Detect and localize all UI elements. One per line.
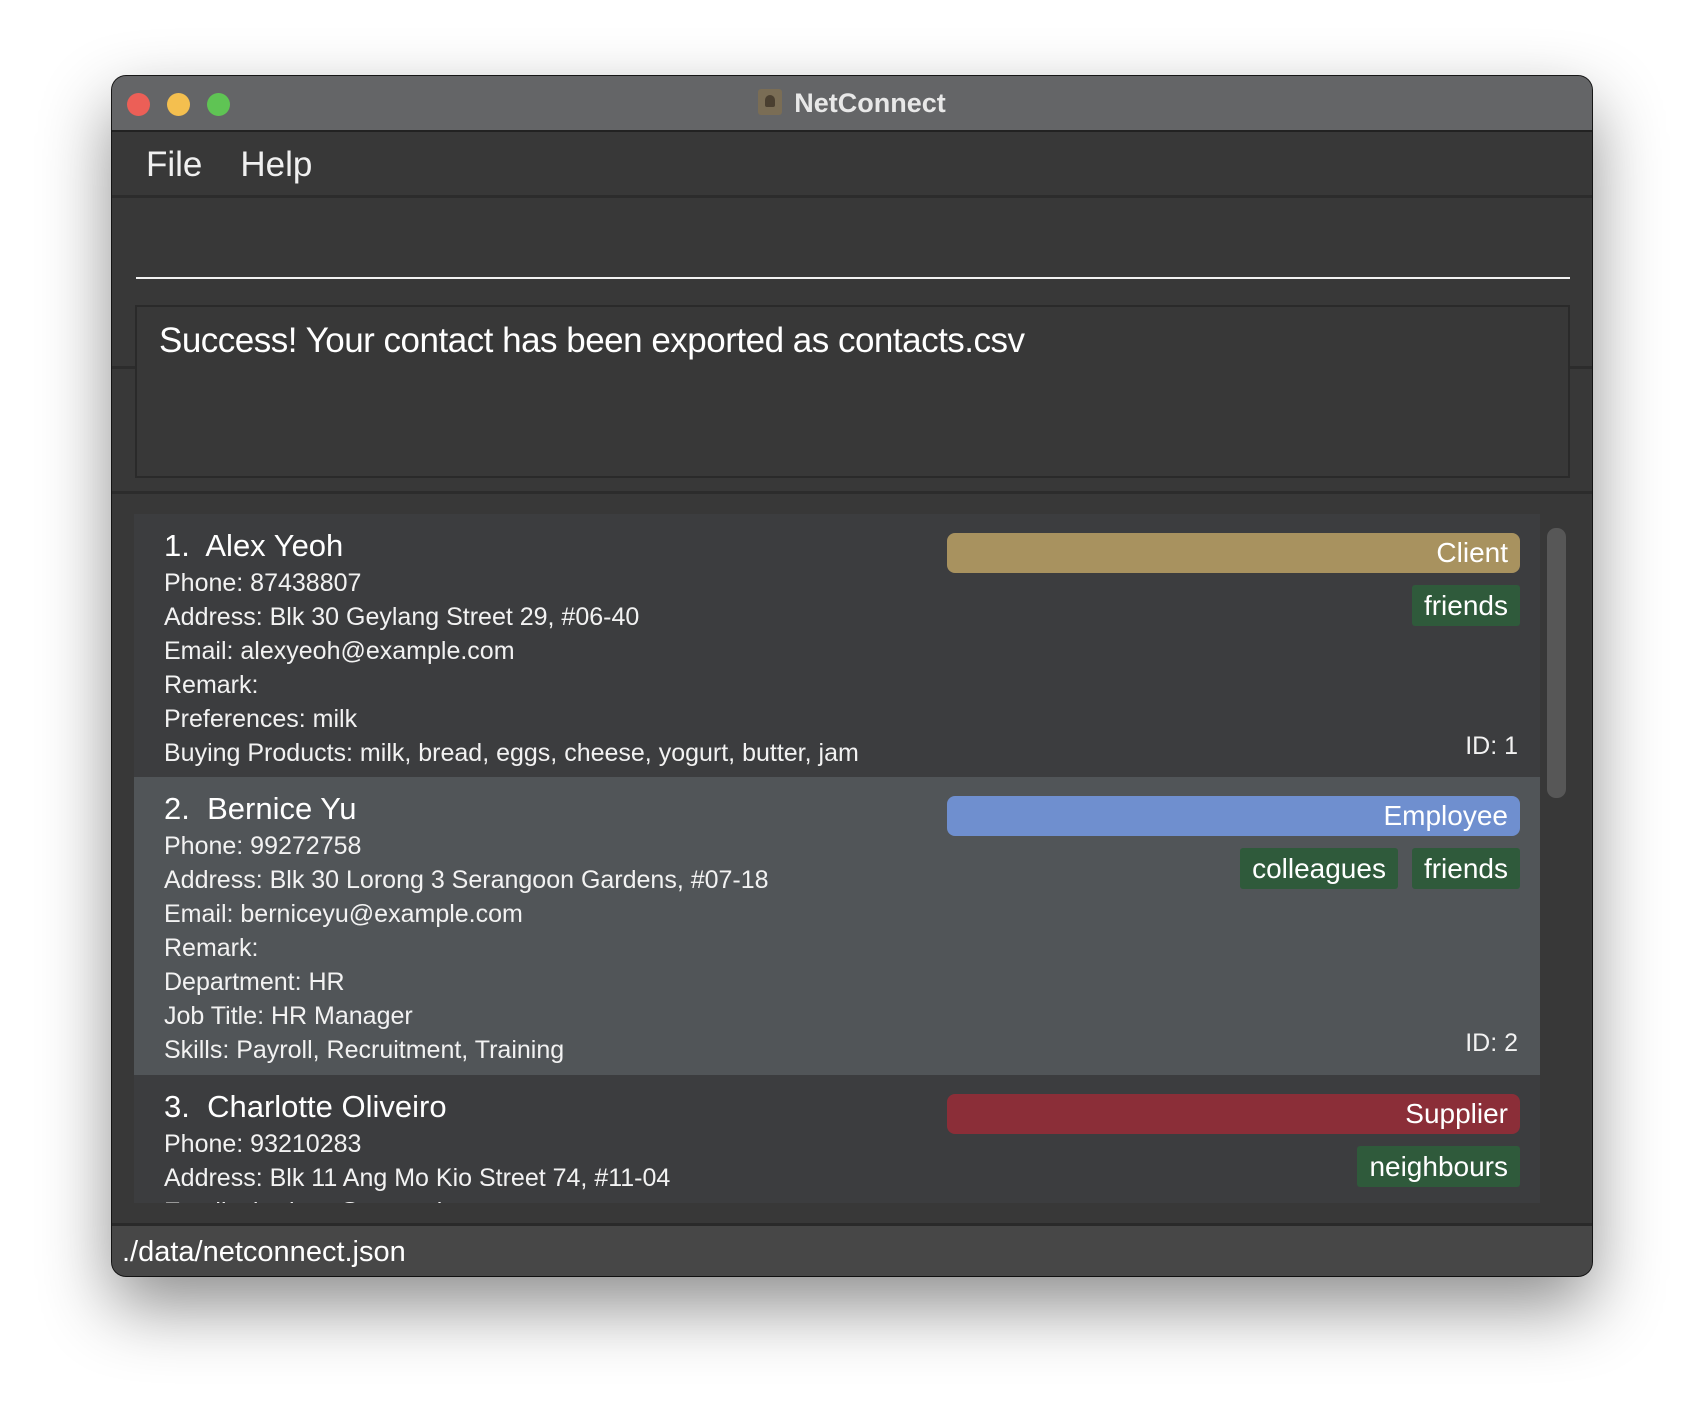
contact-card[interactable]: 2. Bernice Yu Phone: 99272758 Address: B… (134, 777, 1540, 1075)
tag: friends (1411, 848, 1520, 889)
contact-card[interactable]: 3. Charlotte Oliveiro Phone: 93210283 Ad… (134, 1075, 1540, 1211)
contact-job-title: Job Title: HR Manager (164, 1002, 413, 1030)
menu-file[interactable]: File (146, 145, 202, 185)
contact-email: Email: alexyeoh@example.com (164, 637, 515, 665)
status-bar-path: ./data/netconnect.json (112, 1223, 1592, 1276)
app-window: NetConnect File Help Success! Your conta… (112, 76, 1592, 1276)
contact-department: Department: HR (164, 968, 345, 996)
tag: friends (1411, 585, 1520, 626)
tag: neighbours (1357, 1146, 1520, 1187)
contact-card[interactable]: 1. Alex Yeoh Phone: 87438807 Address: Bl… (134, 514, 1540, 777)
title-bar: NetConnect (112, 76, 1592, 132)
command-input[interactable] (136, 211, 1570, 279)
contact-skills: Skills: Payroll, Recruitment, Training (164, 1036, 565, 1064)
window-title: NetConnect (112, 88, 1592, 119)
tag-area: Employee colleagues friends (947, 796, 1520, 889)
result-display: Success! Your contact has been exported … (135, 305, 1570, 478)
contact-buying-products: Buying Products: milk, bread, eggs, chee… (164, 739, 859, 767)
contact-remark: Remark: (164, 934, 259, 962)
role-badge: Employee (947, 796, 1520, 836)
contact-book-icon (758, 89, 783, 115)
contact-email: Email: berniceyu@example.com (164, 900, 523, 928)
role-badge: Client (947, 533, 1520, 573)
contact-list[interactable]: 1. Alex Yeoh Phone: 87438807 Address: Bl… (112, 491, 1592, 1211)
tag-area: Client friends (947, 533, 1520, 626)
window-title-text: NetConnect (794, 88, 946, 118)
scrollbar-thumb[interactable] (1547, 528, 1566, 798)
contact-preferences: Preferences: milk (164, 705, 358, 733)
list-bottom-padding (112, 1203, 1592, 1211)
menu-bar: File Help (112, 134, 1592, 198)
contact-remark: Remark: (164, 671, 259, 699)
contact-id: ID: 1 (1465, 732, 1518, 760)
contact-id: ID: 2 (1465, 1029, 1518, 1057)
tag: colleagues (1240, 848, 1398, 889)
tag-area: Supplier neighbours (947, 1094, 1520, 1187)
menu-help[interactable]: Help (240, 145, 312, 185)
role-badge: Supplier (947, 1094, 1520, 1134)
